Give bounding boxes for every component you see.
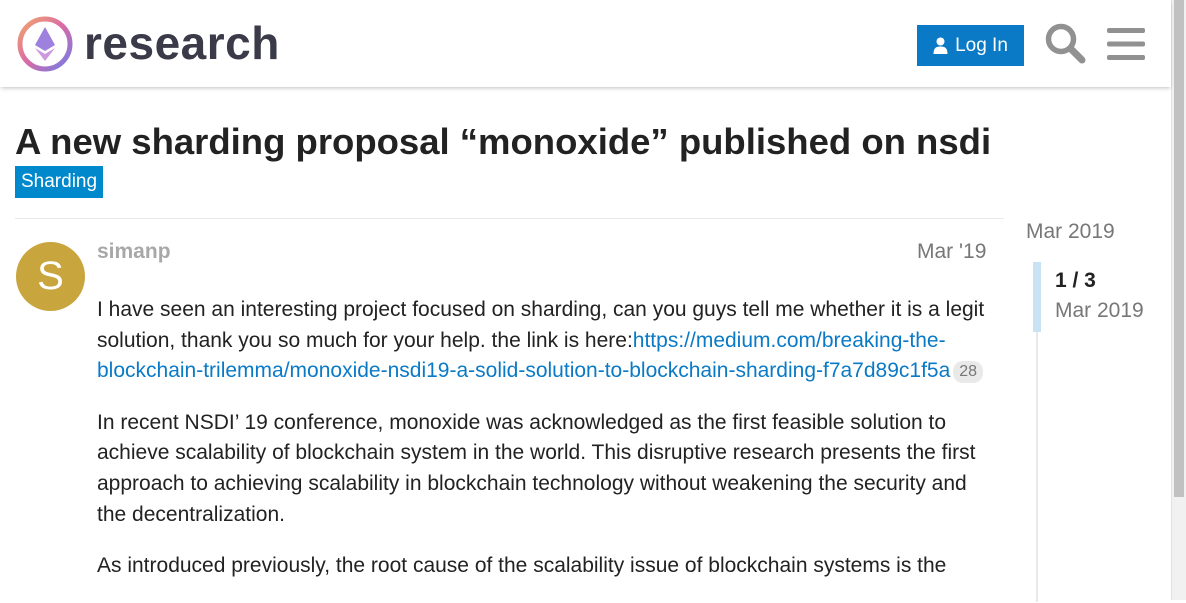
search-icon[interactable] xyxy=(1044,22,1086,64)
post-body: I have seen an interesting project focus… xyxy=(97,295,997,603)
login-button-label: Log In xyxy=(955,34,1008,56)
avatar[interactable]: S xyxy=(16,242,85,311)
timeline-current-date: Mar 2019 xyxy=(1055,299,1144,322)
logo-icon[interactable] xyxy=(16,15,74,73)
site-brand-name[interactable]: research xyxy=(84,14,280,72)
category-badge-sharding[interactable]: Sharding xyxy=(15,166,104,198)
avatar-letter: S xyxy=(37,254,64,298)
post-author-username[interactable]: simanp xyxy=(97,240,171,264)
timeline-start-date[interactable]: Mar 2019 xyxy=(1026,220,1115,244)
page-scrollbar-thumb[interactable] xyxy=(1174,0,1184,497)
page-scrollbar[interactable] xyxy=(1171,0,1186,600)
post-paragraph: As introduced previously, the root cause… xyxy=(97,554,947,578)
post-date[interactable]: Mar '19 xyxy=(917,240,986,264)
login-button[interactable]: Log In xyxy=(917,25,1024,66)
topic-title[interactable]: A new sharding proposal “monoxide” publi… xyxy=(15,118,991,166)
title-divider xyxy=(15,218,1004,219)
hamburger-menu-icon[interactable] xyxy=(1107,26,1145,62)
timeline-scroller-handle[interactable] xyxy=(1033,262,1041,332)
user-icon xyxy=(933,37,948,54)
post-paragraph: In recent NSDI’ 19 conference, monoxide … xyxy=(97,410,976,526)
post-paragraph: I have seen an interesting project focus… xyxy=(97,295,997,387)
timeline-post-position: 1 / 3 xyxy=(1055,269,1096,292)
site-header: research Log In xyxy=(0,0,1171,87)
link-click-count-badge: 28 xyxy=(953,360,984,383)
